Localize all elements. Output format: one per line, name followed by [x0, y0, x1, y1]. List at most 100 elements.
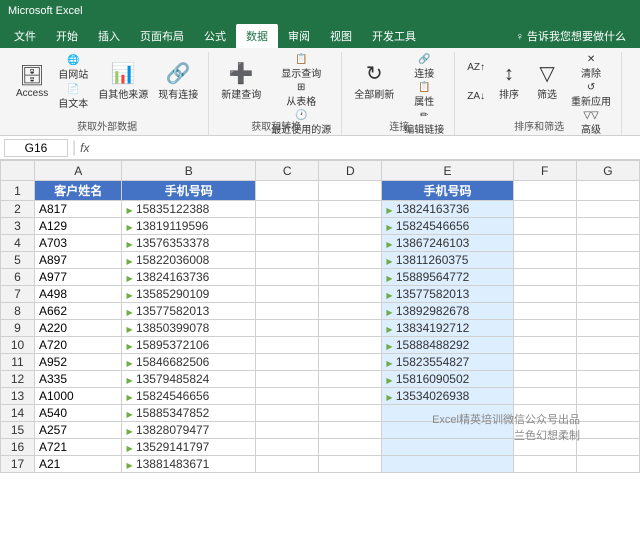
cell-a-2[interactable]: A817 [35, 201, 122, 218]
row-num-4: 4 [1, 235, 35, 252]
cell-b-3[interactable]: ▶ 13819119596 [122, 218, 256, 235]
cell-e-9[interactable]: ▶ 13834192712 [382, 320, 513, 337]
btn-refresh-all[interactable]: ↻ 全部刷新 [350, 54, 398, 110]
tab-pagelayout[interactable]: 页面布局 [130, 24, 194, 48]
col-header-c[interactable]: C [256, 161, 319, 181]
tab-insert[interactable]: 插入 [88, 24, 130, 48]
cell-a-6[interactable]: A977 [35, 269, 122, 286]
cell-e-7[interactable]: ▶ 13577582013 [382, 286, 513, 303]
cell-a-8[interactable]: A662 [35, 303, 122, 320]
col-header-g[interactable]: G [576, 161, 639, 181]
cell-b-5[interactable]: ▶ 15822036008 [122, 252, 256, 269]
cell-b-10[interactable]: ▶ 15895372106 [122, 337, 256, 354]
tab-home[interactable]: 开始 [46, 24, 88, 48]
tab-review[interactable]: 审阅 [278, 24, 320, 48]
cell-a-5[interactable]: A897 [35, 252, 122, 269]
cell-b-4[interactable]: ▶ 13576353378 [122, 235, 256, 252]
table-row: 17A21▶ 13881483671 [1, 456, 640, 473]
cell-a-7[interactable]: A498 [35, 286, 122, 303]
cell-b-7[interactable]: ▶ 13585290109 [122, 286, 256, 303]
header-phone-e[interactable]: 手机号码 [382, 181, 513, 201]
cell-a-10[interactable]: A720 [35, 337, 122, 354]
cell-e-5[interactable]: ▶ 13811260375 [382, 252, 513, 269]
formula-input[interactable] [94, 141, 637, 155]
cell-b-2[interactable]: ▶ 15835122388 [122, 201, 256, 218]
cell-f-16 [513, 439, 576, 456]
cell-e-13[interactable]: ▶ 13534026938 [382, 388, 513, 405]
cell-b-16[interactable]: ▶ 13529141797 [122, 439, 256, 456]
btn-web[interactable]: 🌐 自网站 [54, 55, 92, 81]
tab-formula[interactable]: 公式 [194, 24, 236, 48]
col-header-f[interactable]: F [513, 161, 576, 181]
cell-e-6[interactable]: ▶ 15889564772 [382, 269, 513, 286]
col-header-b[interactable]: B [122, 161, 256, 181]
btn-access[interactable]: 🗄 Access [12, 54, 52, 110]
cell-a-17[interactable]: A21 [35, 456, 122, 473]
tab-view[interactable]: 视图 [320, 24, 362, 48]
cell-a-14[interactable]: A540 [35, 405, 122, 422]
cell-e-15[interactable] [382, 422, 513, 439]
cell-b-8[interactable]: ▶ 13577582013 [122, 303, 256, 320]
cell-b-14[interactable]: ▶ 15885347852 [122, 405, 256, 422]
sort-az-icon: AZ↑ [467, 62, 485, 73]
tab-help[interactable]: ♀ 告诉我您想要做什么 [506, 24, 636, 48]
cell-a-11[interactable]: A952 [35, 354, 122, 371]
cell-b-12[interactable]: ▶ 13579485824 [122, 371, 256, 388]
btn-clear[interactable]: ✕ 清除 [567, 54, 615, 80]
name-box[interactable] [4, 139, 68, 157]
col-header-a[interactable]: A [35, 161, 122, 181]
group-sort-label: 排序和筛选 [463, 118, 615, 135]
cell-a-4[interactable]: A703 [35, 235, 122, 252]
header-customer[interactable]: 客户姓名 [35, 181, 122, 201]
cell-b-9[interactable]: ▶ 13850399078 [122, 320, 256, 337]
btn-from-table[interactable]: ⊞ 从表格 [267, 82, 335, 108]
cell-g-3 [576, 218, 639, 235]
cell-a-16[interactable]: A721 [35, 439, 122, 456]
cell-a-3[interactable]: A129 [35, 218, 122, 235]
cell-e-10[interactable]: ▶ 15888488292 [382, 337, 513, 354]
btn-connections[interactable]: 🔗 连接 [400, 54, 448, 80]
btn-filter[interactable]: ▽ 筛选 [529, 54, 565, 110]
btn-new-query[interactable]: ➕ 新建查询 [217, 54, 265, 110]
tab-developer[interactable]: 开发工具 [362, 24, 426, 48]
col-header-e[interactable]: E [382, 161, 513, 181]
cell-a-15[interactable]: A257 [35, 422, 122, 439]
cell-e-14[interactable] [382, 405, 513, 422]
cell-a-13[interactable]: A1000 [35, 388, 122, 405]
header-phone-b[interactable]: 手机号码 [122, 181, 256, 201]
cell-e-8[interactable]: ▶ 13892982678 [382, 303, 513, 320]
btn-properties[interactable]: 📋 属性 [400, 82, 448, 108]
cell-e-4[interactable]: ▶ 13867246103 [382, 235, 513, 252]
cell-b-11[interactable]: ▶ 15846682506 [122, 354, 256, 371]
cell-e-16[interactable] [382, 439, 513, 456]
btn-sort-az[interactable]: AZ↑ [463, 55, 489, 81]
col-header-d[interactable]: D [319, 161, 382, 181]
cell-e-17[interactable] [382, 456, 513, 473]
cell-b-17[interactable]: ▶ 13881483671 [122, 456, 256, 473]
cell-b-6[interactable]: ▶ 13824163736 [122, 269, 256, 286]
cell-f-13 [513, 388, 576, 405]
table-row: 11A952▶ 15846682506▶ 15823554827 [1, 354, 640, 371]
btn-text[interactable]: 📄 自文本 [54, 84, 92, 110]
cell-a-9[interactable]: A220 [35, 320, 122, 337]
cell-a-12[interactable]: A335 [35, 371, 122, 388]
cell-g-8 [576, 303, 639, 320]
btn-other-sources[interactable]: 📊 自其他来源 [94, 54, 152, 110]
btn-show-query[interactable]: 📋 显示查询 [267, 54, 335, 80]
cell-e-12[interactable]: ▶ 15816090502 [382, 371, 513, 388]
btn-sort-za[interactable]: ZA↓ [463, 84, 489, 110]
cell-e-3[interactable]: ▶ 15824546656 [382, 218, 513, 235]
tab-file[interactable]: 文件 [4, 24, 46, 48]
btn-existing-connection[interactable]: 🔗 现有连接 [154, 54, 202, 110]
cell-b-15[interactable]: ▶ 13828079477 [122, 422, 256, 439]
cell-c-16 [256, 439, 319, 456]
from-table-icon: ⊞ [297, 82, 305, 93]
cell-e-11[interactable]: ▶ 15823554827 [382, 354, 513, 371]
tab-data[interactable]: 数据 [236, 24, 278, 48]
spreadsheet-wrapper: A B C D E F G 1 客户姓名 手机号码 手机号码 2A817▶ 15… [0, 160, 640, 473]
btn-reapply[interactable]: ↺ 重新应用 [567, 82, 615, 108]
cell-e-2[interactable]: ▶ 13824163736 [382, 201, 513, 218]
cell-b-13[interactable]: ▶ 15824546656 [122, 388, 256, 405]
btn-sort[interactable]: ↕ 排序 [491, 54, 527, 110]
table-row: 10A720▶ 15895372106▶ 15888488292 [1, 337, 640, 354]
